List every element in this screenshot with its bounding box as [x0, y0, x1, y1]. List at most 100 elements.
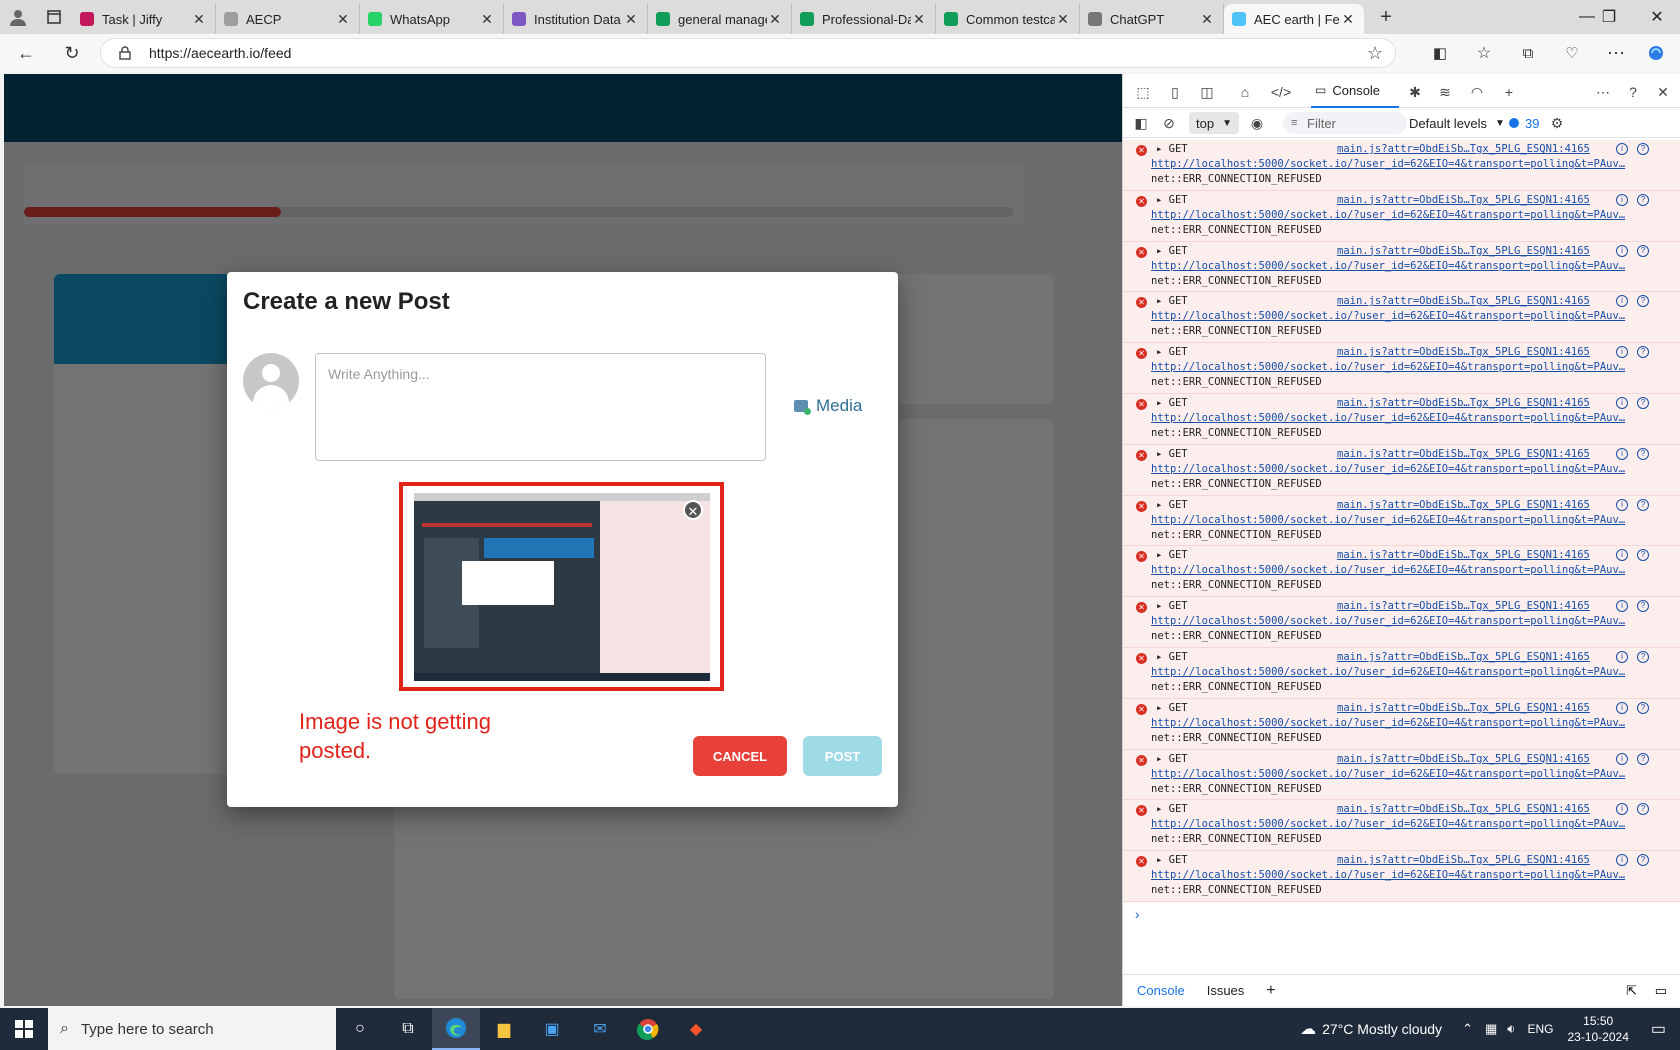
- expand-triangle-icon[interactable]: ▸ GET: [1156, 854, 1188, 866]
- tab-close-icon[interactable]: ✕: [335, 11, 351, 28]
- language-indicator[interactable]: ENG: [1527, 1022, 1553, 1036]
- copilot-explain-icon[interactable]: ?: [1637, 193, 1649, 206]
- expand-triangle-icon[interactable]: ▸ GET: [1156, 397, 1188, 409]
- source-link[interactable]: main.js?attr=ObdEiSb…Tgx_5PLG_ESQN1:4165: [1337, 346, 1590, 358]
- taskbar-search[interactable]: ⌕ Type here to search: [48, 1008, 336, 1050]
- store-icon[interactable]: ▣: [528, 1008, 576, 1050]
- more-tools-icon[interactable]: +: [1499, 82, 1519, 102]
- console-filter-input[interactable]: ≡ Filter: [1283, 112, 1407, 134]
- sidebar-toggle-icon[interactable]: ◧: [1131, 113, 1151, 133]
- weather-icon[interactable]: ☁: [1300, 1019, 1316, 1039]
- info-icon[interactable]: i: [1616, 244, 1628, 257]
- expand-triangle-icon[interactable]: ▸ GET: [1156, 245, 1188, 257]
- drawer-tab-console[interactable]: Console: [1137, 983, 1185, 998]
- info-icon[interactable]: i: [1616, 143, 1628, 155]
- drawer-tab-issues[interactable]: Issues: [1207, 983, 1245, 998]
- chrome-icon[interactable]: [624, 1008, 672, 1050]
- remove-image-icon[interactable]: ✕: [683, 500, 703, 520]
- request-url-link[interactable]: http://localhost:5000/socket.io/?user_id…: [1151, 564, 1647, 576]
- browser-tab[interactable]: ChatGPT ✕: [1080, 4, 1224, 34]
- console-error-row[interactable]: ✕ ▸ GET main.js?attr=ObdEiSb…Tgx_5PLG_ESQN…: [1123, 546, 1680, 598]
- brave-icon[interactable]: ◆: [672, 1008, 720, 1050]
- expand-triangle-icon[interactable]: ▸ GET: [1156, 600, 1188, 612]
- performance-icon[interactable]: ◠: [1467, 82, 1487, 102]
- info-icon[interactable]: i: [1616, 549, 1628, 562]
- browser-tab[interactable]: WhatsApp ✕: [360, 4, 504, 34]
- copilot-explain-icon[interactable]: ?: [1637, 244, 1649, 257]
- request-url-link[interactable]: http://localhost:5000/socket.io/?user_id…: [1151, 158, 1647, 170]
- console-error-row[interactable]: ✕ ▸ GET main.js?attr=ObdEiSb…Tgx_5PLG_ESQN…: [1123, 393, 1680, 445]
- context-selector[interactable]: top ▼: [1189, 112, 1239, 134]
- collections-icon[interactable]: ⧉: [1514, 40, 1542, 66]
- undock-drawer-icon[interactable]: ⇱: [1626, 983, 1637, 999]
- browser-essentials-icon[interactable]: ♡: [1558, 40, 1586, 66]
- tab-close-icon[interactable]: ✕: [623, 11, 639, 28]
- request-url-link[interactable]: http://localhost:5000/socket.io/?user_id…: [1151, 869, 1647, 881]
- info-icon[interactable]: i: [1616, 447, 1628, 460]
- clear-console-icon[interactable]: ⊘: [1159, 113, 1179, 133]
- console-error-row[interactable]: ✕ ▸ GET main.js?attr=ObdEiSb…Tgx_5PLG_ESQN…: [1123, 698, 1680, 750]
- elements-icon[interactable]: </>: [1271, 82, 1291, 102]
- expand-triangle-icon[interactable]: ▸ GET: [1156, 143, 1188, 155]
- expand-triangle-icon[interactable]: ▸ GET: [1156, 295, 1188, 307]
- info-icon[interactable]: i: [1616, 193, 1628, 206]
- tab-close-icon[interactable]: ✕: [767, 11, 783, 28]
- tray-overflow-icon[interactable]: ⌃: [1462, 1021, 1473, 1037]
- tab-close-icon[interactable]: ✕: [191, 11, 207, 28]
- info-icon[interactable]: i: [1616, 752, 1628, 765]
- expand-triangle-icon[interactable]: ▸ GET: [1156, 702, 1188, 714]
- cortana-icon[interactable]: ○: [336, 1008, 384, 1050]
- address-bar[interactable]: https://aecearth.io/feed ☆: [100, 38, 1396, 68]
- tab-close-icon[interactable]: ✕: [479, 11, 495, 28]
- expand-triangle-icon[interactable]: ▸ GET: [1156, 549, 1188, 561]
- info-icon[interactable]: i: [1616, 600, 1628, 613]
- console-error-row[interactable]: ✕ ▸ GET main.js?attr=ObdEiSb…Tgx_5PLG_ESQN…: [1123, 851, 1680, 902]
- close-devtools-icon[interactable]: ✕: [1653, 82, 1673, 102]
- network-tray-icon[interactable]: ▦: [1485, 1021, 1497, 1037]
- source-link[interactable]: main.js?attr=ObdEiSb…Tgx_5PLG_ESQN1:4165: [1337, 651, 1590, 663]
- source-link[interactable]: main.js?attr=ObdEiSb…Tgx_5PLG_ESQN1:4165: [1337, 702, 1590, 714]
- console-error-row[interactable]: ✕ ▸ GET main.js?attr=ObdEiSb…Tgx_5PLG_ESQN…: [1123, 241, 1680, 293]
- edge-app-icon[interactable]: [432, 1008, 480, 1050]
- source-link[interactable]: main.js?attr=ObdEiSb…Tgx_5PLG_ESQN1:4165: [1337, 448, 1590, 460]
- browser-tab[interactable]: Institution Data ✕: [504, 4, 648, 34]
- request-url-link[interactable]: http://localhost:5000/socket.io/?user_id…: [1151, 514, 1647, 526]
- source-link[interactable]: main.js?attr=ObdEiSb…Tgx_5PLG_ESQN1:4165: [1337, 397, 1590, 409]
- copilot-explain-icon[interactable]: ?: [1637, 803, 1649, 816]
- console-error-row[interactable]: ✕ ▸ GET main.js?attr=ObdEiSb…Tgx_5PLG_ESQN…: [1123, 800, 1680, 852]
- request-url-link[interactable]: http://localhost:5000/socket.io/?user_id…: [1151, 412, 1647, 424]
- expand-triangle-icon[interactable]: ▸ GET: [1156, 803, 1188, 815]
- restore-icon[interactable]: ❐: [1586, 0, 1632, 34]
- copilot-explain-icon[interactable]: ?: [1637, 549, 1649, 562]
- copilot-explain-icon[interactable]: ?: [1637, 600, 1649, 613]
- browser-tab[interactable]: Task | Jiffy ✕: [72, 4, 216, 34]
- browser-tab[interactable]: Professional-Dash✕: [792, 4, 936, 34]
- request-url-link[interactable]: http://localhost:5000/socket.io/?user_id…: [1151, 310, 1647, 322]
- console-prompt-icon[interactable]: ›: [1135, 906, 1140, 922]
- profile-icon[interactable]: [0, 0, 36, 34]
- console-error-row[interactable]: ✕ ▸ GET main.js?attr=ObdEiSb…Tgx_5PLG_ESQN…: [1123, 444, 1680, 496]
- tab-close-icon[interactable]: ✕: [1055, 11, 1071, 28]
- expand-triangle-icon[interactable]: ▸ GET: [1156, 753, 1188, 765]
- copilot-explain-icon[interactable]: ?: [1637, 650, 1649, 663]
- expand-triangle-icon[interactable]: ▸ GET: [1156, 448, 1188, 460]
- source-link[interactable]: main.js?attr=ObdEiSb…Tgx_5PLG_ESQN1:4165: [1337, 854, 1590, 866]
- new-tab-icon[interactable]: +: [1368, 0, 1404, 34]
- dock-side-icon[interactable]: ◫: [1197, 82, 1217, 102]
- tab-console[interactable]: ▭ Console: [1311, 74, 1399, 108]
- volume-icon[interactable]: 🔉︎: [1507, 1021, 1515, 1037]
- device-emulation-icon[interactable]: ▯: [1165, 82, 1185, 102]
- browser-tab[interactable]: general managem✕: [648, 4, 792, 34]
- add-drawer-tab-icon[interactable]: +: [1266, 982, 1275, 1000]
- favorite-star-icon[interactable]: ☆: [1367, 43, 1383, 64]
- console-error-row[interactable]: ✕ ▸ GET main.js?attr=ObdEiSb…Tgx_5PLG_ESQN…: [1123, 597, 1680, 648]
- copilot-explain-icon[interactable]: ?: [1637, 854, 1649, 867]
- welcome-home-icon[interactable]: ⌂: [1235, 82, 1255, 102]
- help-icon[interactable]: ?: [1623, 82, 1643, 102]
- source-link[interactable]: main.js?attr=ObdEiSb…Tgx_5PLG_ESQN1:4165: [1337, 549, 1590, 561]
- source-link[interactable]: main.js?attr=ObdEiSb…Tgx_5PLG_ESQN1:4165: [1337, 143, 1590, 155]
- browser-tab[interactable]: Common testcase✕: [936, 4, 1080, 34]
- console-error-row[interactable]: ✕ ▸ GET main.js?attr=ObdEiSb…Tgx_5PLG_ESQN…: [1123, 343, 1680, 394]
- info-icon[interactable]: i: [1616, 854, 1628, 867]
- request-url-link[interactable]: http://localhost:5000/socket.io/?user_id…: [1151, 666, 1647, 678]
